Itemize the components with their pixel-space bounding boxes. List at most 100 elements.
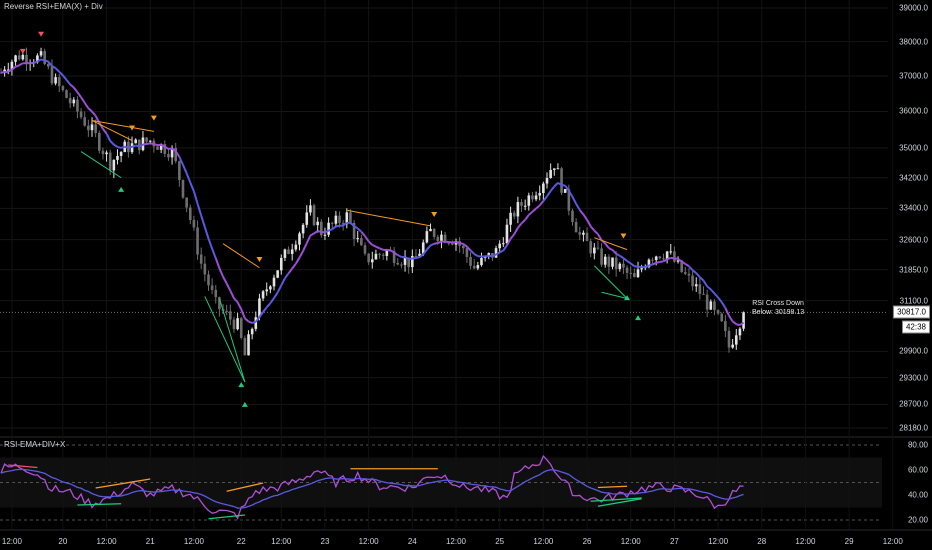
ema-line-segment [44,59,49,63]
ema-line-segment [76,91,82,98]
candle-body [83,117,87,126]
candle-body [734,335,738,345]
candle-body [629,272,633,274]
candle-body [305,212,309,225]
ema-line-segment [538,200,545,207]
ema-line-segment [524,214,530,221]
candle-body [622,263,625,268]
time-axis-label: 12:00 [708,537,729,546]
candle-body [381,254,385,256]
chart-canvas[interactable] [0,0,932,550]
ema-line-segment [236,301,243,310]
candle-body [327,222,330,235]
ema-line-segment [582,213,588,221]
candle-body [232,319,236,330]
candle-body [607,256,611,267]
candle-body [640,268,643,270]
candle-body [378,253,381,255]
ema-line-segment [663,258,668,263]
candle-body [436,236,440,241]
candle-body [279,257,283,271]
candle-body [476,265,480,269]
candle-body [229,311,232,320]
candle-body [360,238,363,246]
ema-line-segment [153,143,158,147]
candle-body [425,231,429,243]
time-axis-label: 12:00 [1,537,22,546]
ema-line-segment [589,225,596,232]
candle-body [571,210,574,223]
ema-line-segment [706,285,712,291]
ema-line-segment [15,64,20,68]
candle-body [301,224,305,234]
ema-line-segment [724,307,730,317]
ema-line-segment [276,285,283,293]
ema-line-segment [499,249,504,254]
ema-line-segment [251,320,257,324]
candle-body [720,313,724,322]
candle-body [709,301,713,310]
candle-body [261,291,265,299]
ema-line-segment [200,215,206,228]
ema-line-segment [91,110,97,117]
ema-line-segment [357,227,363,233]
price-axis-label: 34200.0 [899,173,928,183]
ema-line-segment [622,257,628,262]
price-axis-label: 28180.0 [899,423,928,433]
candle-body [119,152,123,156]
ema-line-segment [713,292,719,299]
rsi-axis-label: 20.00 [907,515,928,525]
rsi-indicator-title[interactable]: RSI-EMA+DIV+X [4,440,65,449]
price-axis-label: 38000.0 [899,37,928,47]
price-indicator-title[interactable]: Reverse RSI+EMA(X) + Div [4,2,103,11]
time-axis-label: 12:00 [183,537,204,546]
ema-line-segment [659,260,664,263]
candle-body [396,262,400,265]
triangle-down-icon [38,31,45,37]
candle-body [724,321,727,332]
candle-body [563,189,567,193]
ema-line-segment [40,58,45,62]
ema-line-segment [328,228,333,232]
ema-line-segment [578,209,585,216]
candle-body [465,248,469,257]
time-axis-label: 12:00 [795,537,816,546]
ema-line-segment [549,185,556,192]
price-axis-label: 31100.0 [899,296,928,306]
candle-body [498,243,501,249]
triangle-down-icon [19,48,26,54]
candle-body [112,159,116,171]
ema-line-segment [652,261,657,266]
time-axis-label: 21 [145,537,155,546]
ema-line-segment [389,249,395,254]
candle-body [589,241,592,254]
candle-body [72,99,76,104]
ema-line-segment [655,260,661,264]
candle-body [79,111,83,118]
candle-body [549,169,552,179]
candle-body [698,284,702,294]
ema-line-segment [593,229,599,235]
time-axis-label: 23 [320,537,330,546]
ema-line-segment [33,60,38,64]
candle-body [673,251,676,262]
candle-body [509,212,512,225]
candle-body [705,294,709,310]
candle-body [356,238,360,240]
candle-body [651,259,654,261]
candle-body [738,328,742,336]
candle-body [76,99,79,112]
ema-line-segment [732,320,737,326]
candle-body [349,212,352,223]
ema-line-segment [430,242,435,247]
ema-line-segment [644,264,650,269]
price-axis-label: 28700.0 [899,399,928,409]
candle-body [684,272,687,274]
candle-body [658,256,662,259]
candle-body [512,212,516,217]
candle-body [636,269,640,278]
rsi-axis-label: 40.00 [907,490,928,500]
candle-body [25,54,28,64]
candle-body [47,64,50,67]
ema-line-segment [287,267,293,274]
